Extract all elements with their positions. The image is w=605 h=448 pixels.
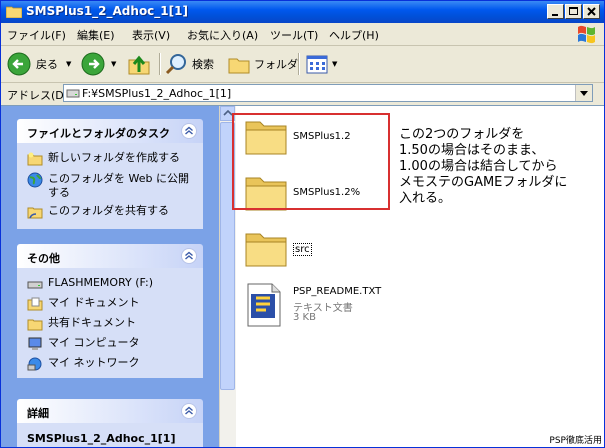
computer-icon [28, 337, 42, 350]
share-folder-icon [27, 207, 43, 219]
task-pane: ファイルとフォルダのタスク 新しいフォルダを作成する このフォルダを Web に… [1, 106, 219, 447]
menu-bar: ファイル(F) 編集(E) 表示(V) お気に入り(A) ツール(T) ヘルプ(… [1, 23, 604, 46]
chevron-down-icon [580, 91, 588, 96]
minimize-button[interactable] [547, 4, 564, 19]
toolbar-separator [298, 53, 300, 75]
address-value: F:¥SMSPlus1_2_Adhoc_1[1] [82, 87, 232, 100]
annotation-note: この2つのフォルダを 1.50の場合はそのまま、 1.00の場合は結合してから … [399, 127, 599, 207]
maximize-button[interactable] [565, 4, 582, 19]
collapse-icon[interactable] [181, 248, 197, 264]
other-panel-title: その他 [27, 252, 60, 265]
menu-tools[interactable]: ツール(T) [270, 27, 318, 43]
other-link-label: マイ ドキュメント [48, 296, 140, 309]
back-label: 戻る [36, 58, 58, 71]
file-name[interactable]: src [293, 243, 312, 256]
drive-icon [66, 89, 80, 98]
tasks-panel-header[interactable]: ファイルとフォルダのタスク [17, 119, 203, 143]
file-item[interactable] [244, 282, 284, 328]
back-button[interactable]: 戻る ▼ [7, 51, 71, 77]
annotation-line: 入れる。 [399, 191, 452, 206]
up-folder-icon [128, 55, 150, 75]
folder-icon [6, 6, 22, 18]
tasks-panel-body: 新しいフォルダを作成する このフォルダを Web に公開する このフォルダを共有… [17, 143, 203, 229]
shared-folder-icon [27, 319, 43, 331]
close-button[interactable] [583, 4, 600, 19]
address-dropdown-button[interactable] [575, 85, 592, 101]
task-new-folder[interactable]: 新しいフォルダを作成する [27, 151, 180, 167]
other-link-my-documents[interactable]: マイ ドキュメント [27, 296, 140, 312]
highlight-box [232, 113, 390, 210]
close-icon [587, 7, 596, 16]
forward-button[interactable]: ▼ [81, 51, 116, 77]
window-title: SMSPlus1_2_Adhoc_1[1] [26, 4, 188, 18]
up-folder-button[interactable] [127, 51, 151, 77]
minimize-icon [552, 14, 558, 16]
search-label: 検索 [192, 58, 214, 71]
address-label: アドレス(D) [7, 89, 69, 102]
maximize-icon [569, 7, 578, 15]
menu-file[interactable]: ファイル(F) [7, 27, 66, 43]
folder-icon [245, 233, 287, 267]
other-link-flashmemory[interactable]: FLASHMEMORY (F:) [27, 276, 153, 292]
address-bar: アドレス(D) F:¥SMSPlus1_2_Adhoc_1[1] [1, 83, 604, 104]
menu-help[interactable]: ヘルプ(H) [329, 27, 379, 43]
back-arrow-icon [7, 52, 31, 76]
annotation-line: この2つのフォルダを [399, 127, 525, 142]
toolbar: 戻る ▼ ▼ 検索 フォルダ ▼ [1, 46, 604, 83]
file-size: 3 KB [293, 312, 316, 323]
folders-button[interactable]: フォルダ [227, 51, 298, 77]
text-document-icon [247, 283, 281, 327]
folders-icon [228, 58, 250, 74]
forward-dropdown-icon[interactable]: ▼ [111, 60, 116, 68]
toolbar-separator [159, 53, 161, 75]
other-panel-header[interactable]: その他 [17, 244, 203, 268]
details-panel-header[interactable]: 詳細 [17, 399, 203, 423]
address-input[interactable]: F:¥SMSPlus1_2_Adhoc_1[1] [63, 84, 593, 102]
details-panel-title: 詳細 [27, 407, 49, 420]
network-icon [27, 357, 42, 371]
menu-edit[interactable]: 編集(E) [77, 27, 115, 43]
file-item[interactable] [244, 228, 288, 268]
other-link-shared-documents[interactable]: 共有ドキュメント [27, 316, 136, 332]
details-name: SMSPlus1_2_Adhoc_1[1] [27, 432, 176, 445]
tasks-panel-title: ファイルとフォルダのタスク [27, 127, 170, 140]
task-label: このフォルダを Web に公開する [48, 172, 189, 199]
search-button[interactable]: 検索 [165, 51, 214, 77]
task-publish-web[interactable]: このフォルダを Web に公開する [27, 172, 198, 200]
other-link-my-network[interactable]: マイ ネットワーク [27, 356, 140, 372]
forward-arrow-icon [81, 52, 105, 76]
watermark: PSP徹底活用 [549, 436, 602, 446]
task-label: このフォルダを共有する [48, 204, 169, 217]
other-link-label: マイ コンピュータ [48, 336, 140, 349]
other-link-label: 共有ドキュメント [48, 316, 136, 329]
title-bar[interactable]: SMSPlus1_2_Adhoc_1[1] [1, 1, 604, 23]
collapse-icon[interactable] [181, 403, 197, 419]
other-link-my-computer[interactable]: マイ コンピュータ [27, 336, 140, 352]
windows-logo-icon [578, 25, 595, 44]
details-panel-body: SMSPlus1_2_Adhoc_1[1] [17, 423, 203, 447]
explorer-window: SMSPlus1_2_Adhoc_1[1] ファイル(F) 編集(E) 表示(V… [0, 0, 605, 448]
annotation-line: メモステのGAMEフォルダに [399, 175, 568, 190]
annotation-line: 1.00の場合は結合してから [399, 159, 558, 174]
task-label: 新しいフォルダを作成する [48, 151, 180, 164]
annotation-line: 1.50の場合はそのまま、 [399, 143, 545, 158]
new-folder-icon [27, 152, 43, 166]
collapse-icon[interactable] [181, 123, 197, 139]
views-dropdown-icon[interactable]: ▼ [332, 60, 337, 68]
back-dropdown-icon[interactable]: ▼ [66, 60, 71, 68]
task-share-folder[interactable]: このフォルダを共有する [27, 204, 169, 220]
globe-icon [27, 172, 43, 188]
views-button[interactable]: ▼ [305, 51, 337, 77]
other-link-label: マイ ネットワーク [48, 356, 140, 369]
my-documents-icon [27, 297, 43, 311]
other-panel-body: FLASHMEMORY (F:) マイ ドキュメント 共有ドキュメント マイ コ… [17, 268, 203, 378]
folders-label: フォルダ [254, 58, 298, 71]
drive-icon [27, 281, 43, 289]
views-icon [306, 55, 328, 74]
menu-favorites[interactable]: お気に入り(A) [187, 27, 258, 43]
search-icon [165, 54, 186, 75]
other-link-label: FLASHMEMORY (F:) [48, 276, 153, 289]
file-name[interactable]: PSP_README.TXT [293, 286, 381, 297]
menu-view[interactable]: 表示(V) [132, 27, 170, 43]
